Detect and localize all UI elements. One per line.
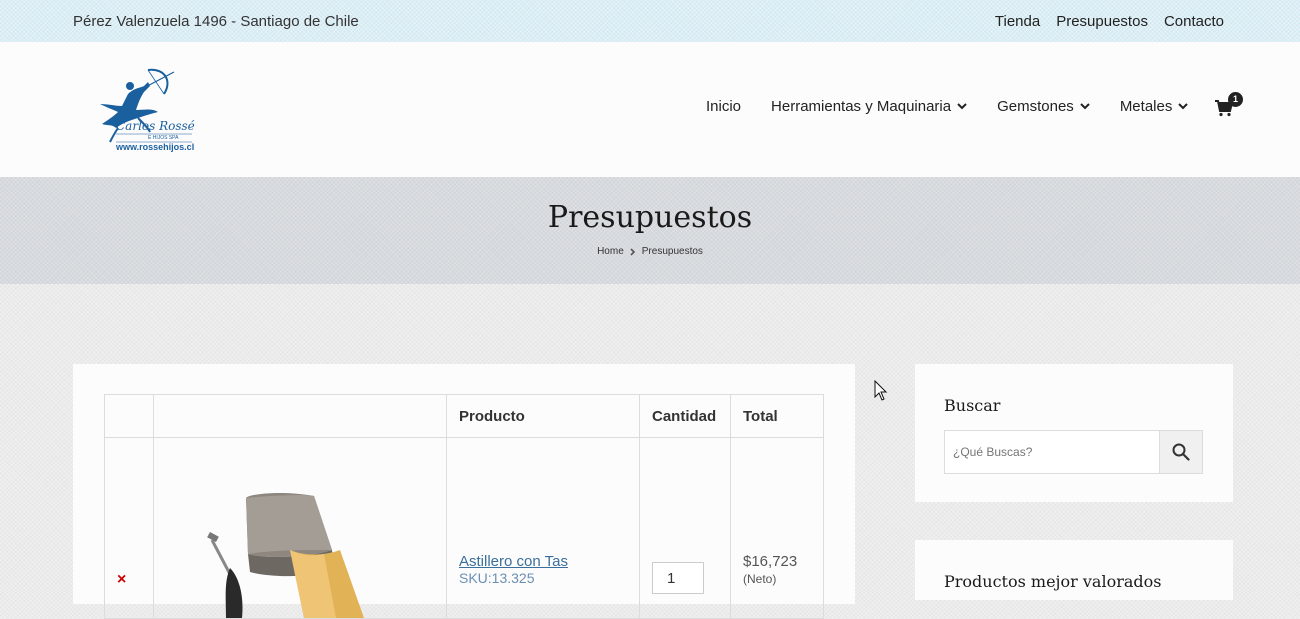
site-logo[interactable]: Carlos Rossé E HIJOS SPA www.rossehijos.… (88, 64, 198, 156)
nav-item-label: Inicio (706, 98, 742, 115)
top-link-tienda[interactable]: Tienda (995, 13, 1040, 30)
nav-item-metales[interactable]: Metales (1120, 98, 1189, 115)
quantity-input[interactable] (652, 562, 704, 594)
chevron-down-icon (1178, 103, 1189, 110)
cart-button[interactable]: 1 (1215, 92, 1243, 119)
page-hero: Presupuestos Home Presupuestos (0, 177, 1300, 284)
breadcrumb-home[interactable]: Home (597, 246, 624, 257)
page-title: Presupuestos (547, 200, 753, 235)
nav-item-inicio[interactable]: Inicio (706, 98, 741, 115)
search-input[interactable] (945, 431, 1160, 473)
quote-cart-panel: Producto Cantidad Total × Astillero con … (73, 364, 855, 619)
store-address: Pérez Valenzuela 1496 - Santiago de Chil… (73, 13, 359, 30)
price-note: (Neto) (743, 572, 777, 586)
top-link-contacto[interactable]: Contacto (1164, 13, 1224, 30)
top-rated-title: Productos mejor valorados (944, 572, 1162, 591)
nav-item-label: Herramientas y Maquinaria (771, 98, 952, 115)
nav-item-label: Gemstones (997, 98, 1074, 115)
search-icon (1172, 443, 1190, 461)
search-widget-title: Buscar (944, 396, 1001, 415)
product-thumbnail (207, 492, 364, 618)
search-box (944, 430, 1203, 474)
breadcrumb-current: Presupuestos (641, 246, 703, 257)
site-header: Carlos Rossé E HIJOS SPA www.rossehijos.… (0, 42, 1300, 177)
table-header-row: Producto Cantidad Total (104, 394, 824, 438)
search-button[interactable] (1159, 431, 1202, 473)
col-quantity: Cantidad (639, 394, 731, 438)
logo-name: Carlos Rossé (116, 119, 195, 133)
remove-icon: × (117, 571, 127, 588)
col-total: Total (730, 394, 824, 438)
cart-count-badge: 1 (1228, 92, 1243, 107)
line-total: $16,723 (743, 553, 798, 570)
logo-tagline: E HIJOS SPA (148, 135, 179, 141)
total-cell: $16,723 (Neto) (730, 437, 824, 619)
nav-item-herramientas[interactable]: Herramientas y Maquinaria (771, 98, 967, 115)
nav-item-label: Metales (1119, 98, 1173, 115)
top-link-presupuestos[interactable]: Presupuestos (1056, 13, 1148, 30)
search-widget: Buscar (915, 364, 1233, 502)
chevron-down-icon (957, 103, 967, 110)
product-image[interactable] (153, 437, 447, 619)
chevron-right-icon (630, 247, 635, 256)
quantity-cell (639, 437, 731, 619)
top-bar: Pérez Valenzuela 1496 - Santiago de Chil… (0, 0, 1300, 42)
archer-logo-icon: Carlos Rossé E HIJOS SPA www.rossehijos.… (100, 68, 195, 152)
table-row: × Astillero con Tas SKU:13.325 1 $16,723… (104, 437, 824, 619)
cart-table: Producto Cantidad Total × Astillero con … (104, 394, 824, 619)
nav-item-gemstones[interactable]: Gemstones (997, 98, 1090, 115)
main-nav: Inicio Herramientas y Maquinaria Gemston… (706, 98, 1218, 115)
chevron-down-icon (1080, 103, 1090, 110)
col-image (153, 394, 447, 438)
breadcrumb: Home Presupuestos (0, 246, 1300, 257)
col-remove (104, 394, 154, 438)
top-links: Tienda Presupuestos Contacto (995, 13, 1224, 30)
remove-item-button[interactable]: × (104, 437, 154, 619)
product-sku: SKU:13.325 (459, 570, 535, 586)
logo-url: www.rossehijos.cl (115, 142, 194, 152)
col-product: Producto (446, 394, 640, 438)
top-rated-widget: Productos mejor valorados (915, 540, 1233, 600)
product-link[interactable]: Astillero con Tas (459, 553, 568, 570)
product-cell: Astillero con Tas SKU:13.325 (446, 437, 640, 619)
mouse-cursor-icon (874, 380, 888, 401)
